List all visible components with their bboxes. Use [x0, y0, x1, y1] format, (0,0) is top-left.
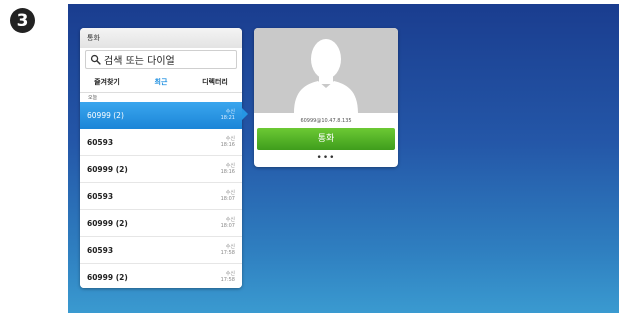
search-icon [90, 54, 101, 65]
call-entry-name: 60593 [87, 191, 114, 201]
call-entry-name: 60593 [87, 245, 114, 255]
call-entry-time: 18:07 [220, 223, 235, 229]
list-item[interactable]: 60593 수신 18:07 [80, 183, 242, 210]
selection-pointer-icon [242, 108, 248, 120]
call-entry-meta: 수신 18:07 [221, 217, 235, 229]
call-entry-time: 18:21 [220, 115, 235, 121]
avatar [254, 28, 398, 113]
call-entry-name: 60999 (2) [87, 110, 124, 120]
call-entry-meta: 수신 18:16 [221, 136, 235, 148]
call-entry-meta: 수신 17:58 [221, 271, 235, 283]
call-entry-name: 60999 (2) [87, 164, 128, 174]
more-options-icon[interactable]: ••• [254, 152, 398, 164]
call-entry-time: 18:16 [220, 142, 235, 148]
call-entry-name: 60593 [87, 137, 114, 147]
tab-bar: 즐겨찾기 최근 디렉터리 [80, 72, 242, 93]
contact-card: 60999@10.47.8.135 통화 ••• [254, 28, 398, 167]
search-input[interactable]: 검색 또는 다이얼 [85, 50, 237, 69]
recent-calls-list: 60999 (2) 수신 18:21 60593 수신 18:16 60999 … [80, 102, 242, 288]
step-number-badge: 3 [10, 8, 35, 33]
call-entry-time: 18:07 [220, 196, 235, 202]
device-screen: 통화 검색 또는 다이얼 즐겨찾기 최근 디렉터리 오늘 60999 (2) 수… [68, 4, 619, 313]
search-placeholder: 검색 또는 다이얼 [104, 56, 175, 67]
call-entry-meta: 수신 17:58 [221, 244, 235, 256]
call-entry-meta: 수신 18:21 [221, 109, 235, 121]
call-entry-time: 17:58 [220, 250, 235, 256]
call-button[interactable]: 통화 [257, 128, 395, 150]
list-item[interactable]: 60999 (2) 수신 18:21 [80, 102, 242, 129]
tab-directory[interactable]: 디렉터리 [188, 72, 242, 92]
call-entry-time: 18:16 [220, 169, 235, 175]
list-item[interactable]: 60999 (2) 수신 17:58 [80, 264, 242, 288]
call-entry-name: 60999 (2) [87, 218, 128, 228]
call-panel: 통화 검색 또는 다이얼 즐겨찾기 최근 디렉터리 오늘 60999 (2) 수… [80, 28, 242, 288]
person-silhouette-icon [294, 39, 358, 113]
call-entry-name: 60999 (2) [87, 272, 128, 282]
call-entry-meta: 수신 18:16 [221, 163, 235, 175]
list-item[interactable]: 60999 (2) 수신 18:07 [80, 210, 242, 237]
list-item[interactable]: 60593 수신 17:58 [80, 237, 242, 264]
tab-favorites[interactable]: 즐겨찾기 [80, 72, 134, 92]
list-item[interactable]: 60593 수신 18:16 [80, 129, 242, 156]
group-label-today: 오늘 [88, 95, 98, 101]
contact-address: 60999@10.47.8.135 [300, 118, 352, 124]
tab-recent[interactable]: 최근 [134, 72, 188, 92]
list-item[interactable]: 60999 (2) 수신 18:16 [80, 156, 242, 183]
panel-title: 통화 [80, 28, 242, 48]
call-entry-time: 17:58 [220, 277, 235, 283]
call-entry-meta: 수신 18:07 [221, 190, 235, 202]
